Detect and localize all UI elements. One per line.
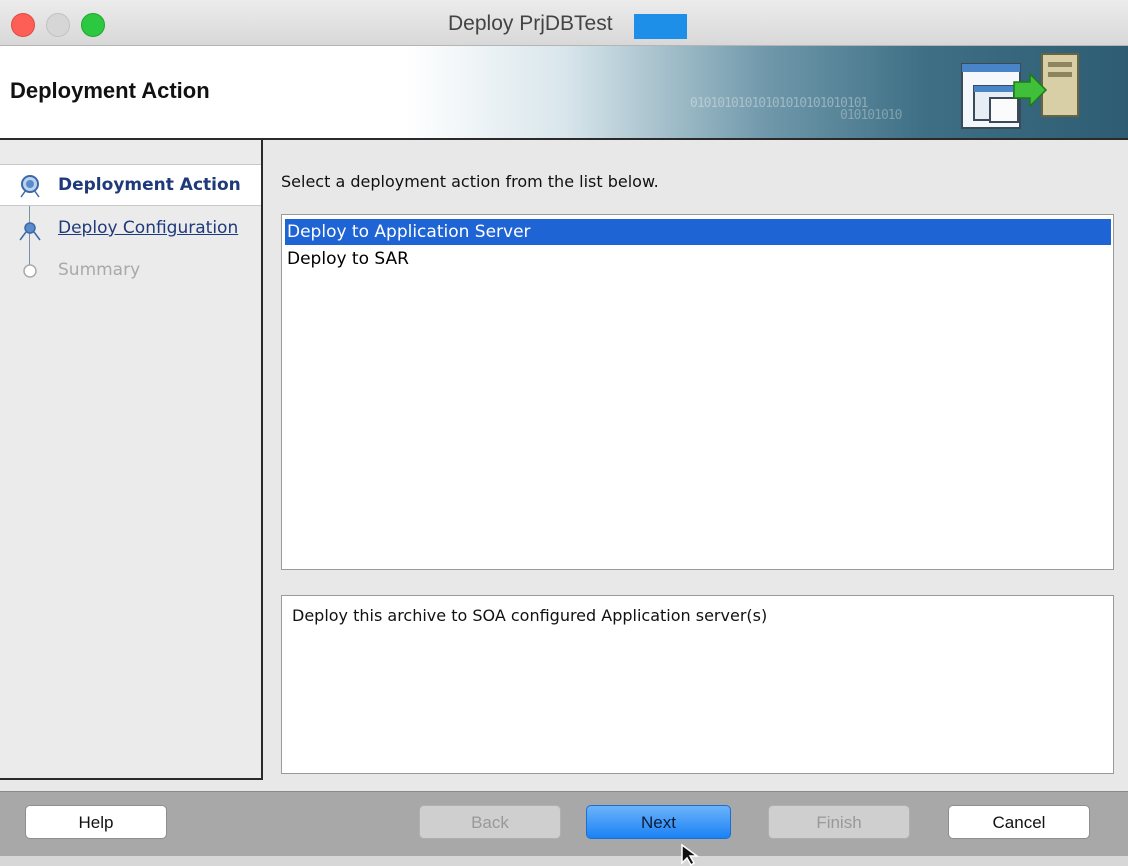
binary-decoration-2: 010101010 bbox=[840, 108, 902, 123]
list-item-label: Deploy to Application Server bbox=[287, 222, 531, 242]
nav-step-label: Deployment Action bbox=[58, 175, 241, 195]
window-bottom-edge bbox=[0, 856, 1128, 866]
action-description-panel: Deploy this archive to SOA configured Ap… bbox=[281, 595, 1114, 774]
button-bar: Help Back Next Finish Cancel bbox=[0, 791, 1128, 856]
action-description: Deploy this archive to SOA configured Ap… bbox=[292, 606, 768, 625]
finish-button[interactable]: Finish bbox=[768, 805, 910, 839]
window-title: Deploy PrjDBTest bbox=[448, 12, 613, 35]
window-title-bar: Deploy PrjDBTest bbox=[0, 0, 1128, 46]
nav-step-label: Summary bbox=[58, 260, 141, 280]
nav-step-deploy-configuration[interactable]: Deploy Configuration bbox=[0, 208, 261, 248]
page-title: Deployment Action bbox=[10, 78, 210, 103]
next-button[interactable]: Next bbox=[586, 805, 731, 839]
deploy-archive-icon bbox=[961, 53, 1079, 129]
pending-step-icon bbox=[23, 264, 37, 278]
nav-step-deployment-action[interactable]: Deployment Action bbox=[0, 164, 261, 206]
instruction-text: Select a deployment action from the list… bbox=[281, 172, 659, 191]
deployment-action-list[interactable]: Deploy to Application Server Deploy to S… bbox=[281, 214, 1114, 570]
mouse-pointer-icon bbox=[681, 843, 700, 866]
list-item-deploy-to-sar[interactable]: Deploy to SAR bbox=[285, 246, 1111, 272]
minimize-window-button[interactable] bbox=[46, 13, 70, 37]
wizard-steps-nav: Deployment Action Deploy Configuration S… bbox=[0, 140, 263, 780]
zoom-window-button[interactable] bbox=[81, 13, 105, 37]
back-button[interactable]: Back bbox=[419, 805, 561, 839]
redacted-block bbox=[634, 14, 687, 39]
list-item-deploy-to-application-server[interactable]: Deploy to Application Server bbox=[285, 219, 1111, 245]
close-window-button[interactable] bbox=[11, 13, 35, 37]
header-banner: Deployment Action 0101010101010101010101… bbox=[0, 46, 1128, 140]
nav-step-summary: Summary bbox=[0, 250, 261, 290]
list-item-label: Deploy to SAR bbox=[287, 249, 409, 269]
cancel-button[interactable]: Cancel bbox=[948, 805, 1090, 839]
step-icon bbox=[19, 222, 41, 241]
help-button[interactable]: Help bbox=[25, 805, 167, 839]
current-step-icon bbox=[20, 175, 40, 198]
nav-step-label: Deploy Configuration bbox=[58, 218, 239, 238]
